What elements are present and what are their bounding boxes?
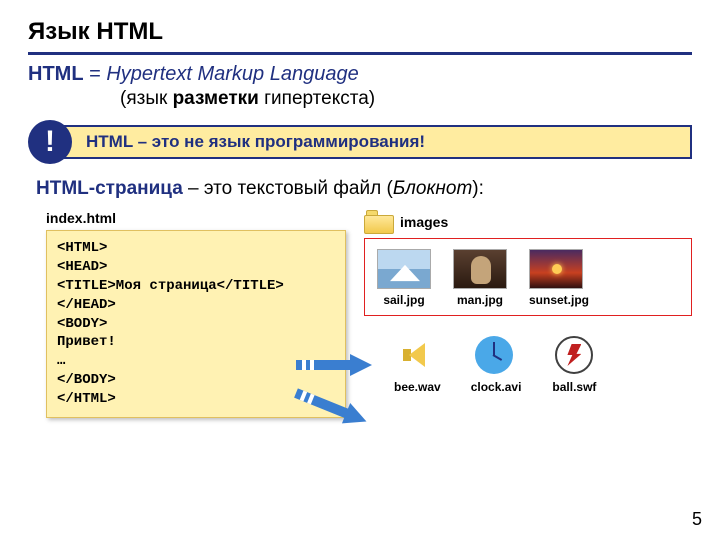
alert-callout: ! HTML – это не язык программирования! — [28, 120, 692, 164]
definition-translation: (язык разметки гипертекста) — [28, 88, 692, 110]
definition-line: HTML = Hypertext Markup Language — [28, 63, 692, 86]
image-thumb-sail: sail.jpg — [377, 249, 431, 307]
source-filename: index.html — [46, 210, 346, 226]
image-caption: sunset.jpg — [529, 293, 589, 307]
media-bee: bee.wav — [394, 334, 441, 394]
folder-icon — [364, 210, 394, 234]
images-folder-contents: sail.jpg man.jpg sunset.jpg — [364, 238, 692, 316]
folder-name: images — [400, 214, 448, 230]
image-thumb-sunset: sunset.jpg — [529, 249, 589, 307]
speaker-icon — [403, 341, 431, 369]
sunset-thumbnail — [529, 249, 583, 289]
image-caption: man.jpg — [453, 293, 507, 307]
alert-text: HTML – это не язык программирования! — [50, 125, 692, 159]
media-clock: clock.avi — [471, 334, 522, 394]
title-divider — [28, 52, 692, 55]
arrows-group — [296, 356, 376, 412]
flash-icon — [555, 336, 593, 374]
image-thumb-man: man.jpg — [453, 249, 507, 307]
media-caption: bee.wav — [394, 380, 441, 394]
arrow-icon — [293, 385, 374, 432]
image-caption: sail.jpg — [377, 293, 431, 307]
media-ball: ball.swf — [551, 334, 597, 394]
page-number: 5 — [692, 509, 702, 530]
media-caption: ball.swf — [551, 380, 597, 394]
exclamation-icon: ! — [28, 120, 72, 164]
media-caption: clock.avi — [471, 380, 522, 394]
man-thumbnail — [453, 249, 507, 289]
page-description: HTML-страница – это текстовый файл (Блок… — [36, 178, 692, 200]
clock-icon — [475, 336, 513, 374]
arrow-icon — [296, 356, 376, 374]
sail-thumbnail — [377, 249, 431, 289]
slide-title: Язык HTML — [28, 18, 692, 46]
